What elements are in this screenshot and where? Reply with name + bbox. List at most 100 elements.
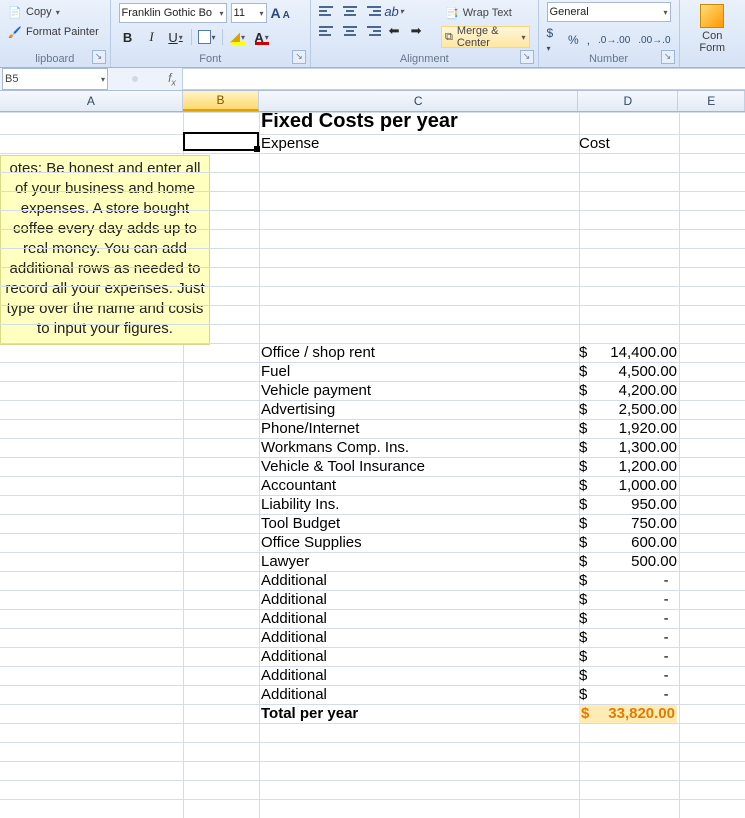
- expense-cost[interactable]: $ -: [579, 647, 677, 666]
- number-format-combo[interactable]: General ▾: [547, 2, 671, 22]
- comma-format-button[interactable]: ,: [587, 33, 590, 47]
- chevron-down-icon: ▾: [101, 75, 105, 84]
- expense-cost[interactable]: $ -: [579, 571, 677, 590]
- borders-button[interactable]: [198, 28, 216, 46]
- col-header-C[interactable]: C: [259, 91, 578, 111]
- expense-cost[interactable]: $ -: [579, 590, 677, 609]
- decrease-indent-button[interactable]: ⬅: [385, 22, 403, 40]
- name-box[interactable]: B5 ▾: [2, 68, 108, 90]
- expense-name[interactable]: Office Supplies: [261, 533, 579, 552]
- sheet-title[interactable]: Fixed Costs per year: [261, 112, 579, 131]
- expense-cost[interactable]: $ -: [579, 685, 677, 704]
- expense-name[interactable]: Advertising: [261, 400, 579, 419]
- total-value[interactable]: $33,820.00: [579, 704, 677, 723]
- increase-indent-button[interactable]: ➡: [407, 22, 425, 40]
- orientation-button[interactable]: ab: [385, 2, 403, 20]
- expense-cost[interactable]: $4,200.00: [579, 381, 677, 400]
- align-right-button[interactable]: [363, 22, 381, 40]
- expense-name[interactable]: Phone/Internet: [261, 419, 579, 438]
- italic-button[interactable]: I: [143, 28, 161, 46]
- col-header-D[interactable]: D: [578, 91, 678, 111]
- grow-font-icon[interactable]: A: [271, 5, 281, 21]
- expense-name[interactable]: Fuel: [261, 362, 579, 381]
- alignment-dialog-launcher[interactable]: ↘: [520, 50, 534, 64]
- expense-cost[interactable]: $500.00: [579, 552, 677, 571]
- expense-cost[interactable]: $14,400.00: [579, 343, 677, 362]
- conditional-formatting-icon: [700, 4, 724, 28]
- grow-shrink-font[interactable]: A A: [271, 5, 290, 21]
- conditional-formatting-button[interactable]: Con Form: [688, 2, 737, 54]
- fill-handle[interactable]: [254, 146, 260, 152]
- expense-name[interactable]: Additional: [261, 647, 579, 666]
- expense-name[interactable]: Vehicle & Tool Insurance: [261, 457, 579, 476]
- expense-cost[interactable]: $ -: [579, 628, 677, 647]
- format-painter-button[interactable]: 🖌️ Format Painter: [8, 22, 102, 42]
- expense-name[interactable]: Office / shop rent: [261, 343, 579, 362]
- merge-center-button[interactable]: ⧉ Merge & Center ▾: [441, 26, 529, 48]
- expense-name[interactable]: Additional: [261, 628, 579, 647]
- shrink-font-icon[interactable]: A: [283, 10, 290, 21]
- expense-cost[interactable]: $600.00: [579, 533, 677, 552]
- font-name-combo[interactable]: Franklin Gothic Bo ▾: [119, 3, 227, 23]
- bold-button[interactable]: B: [119, 28, 137, 46]
- ribbon: 📄 Copy ▾ 🖌️ Format Painter lipboard ↘ Fr…: [0, 0, 745, 68]
- percent-format-button[interactable]: %: [568, 33, 579, 47]
- expense-cost[interactable]: $1,200.00: [579, 457, 677, 476]
- expense-cost[interactable]: $ -: [579, 609, 677, 628]
- total-label[interactable]: Total per year: [261, 704, 579, 723]
- wrap-text-button[interactable]: 📑 Wrap Text: [441, 2, 529, 24]
- expense-cost[interactable]: $4,500.00: [579, 362, 677, 381]
- header-expense[interactable]: Expense: [261, 134, 579, 153]
- expense-cost[interactable]: $750.00: [579, 514, 677, 533]
- formula-input[interactable]: [182, 68, 745, 90]
- active-cell[interactable]: [183, 132, 259, 151]
- align-top-button[interactable]: [319, 2, 337, 20]
- expense-name[interactable]: Additional: [261, 590, 579, 609]
- col-header-B[interactable]: B: [183, 91, 259, 111]
- copy-button[interactable]: 📄 Copy ▾: [8, 2, 102, 22]
- expense-name[interactable]: Accountant: [261, 476, 579, 495]
- align-left-button[interactable]: [319, 22, 337, 40]
- expense-name[interactable]: Workmans Comp. Ins.: [261, 438, 579, 457]
- number-dialog-launcher[interactable]: ↘: [661, 50, 675, 64]
- notes-cell[interactable]: otes: Be honest and enter all of your bu…: [0, 155, 210, 345]
- cells-area[interactable]: Fixed Costs per year Expense Cost otes: …: [0, 112, 745, 818]
- align-bottom-button[interactable]: [363, 2, 381, 20]
- formula-bar-row: B5 ▾ fx: [0, 68, 745, 91]
- ribbon-group-font: Franklin Gothic Bo ▾ 11 ▾ A A B I U: [111, 0, 312, 67]
- clipboard-dialog-launcher[interactable]: ↘: [92, 50, 106, 64]
- expense-name[interactable]: Additional: [261, 666, 579, 685]
- col-header-A[interactable]: A: [0, 91, 183, 111]
- expense-name[interactable]: Liability Ins.: [261, 495, 579, 514]
- align-middle-button[interactable]: [341, 2, 359, 20]
- expense-name[interactable]: Additional: [261, 685, 579, 704]
- expense-name[interactable]: Additional: [261, 609, 579, 628]
- name-box-resizer[interactable]: [108, 76, 162, 82]
- expense-cost[interactable]: $2,500.00: [579, 400, 677, 419]
- grid[interactable]: A B C D E Fixed Costs per year Expense C…: [0, 91, 745, 818]
- underline-button[interactable]: U: [167, 28, 185, 46]
- align-center-button[interactable]: [341, 22, 359, 40]
- expense-name[interactable]: Tool Budget: [261, 514, 579, 533]
- expense-cost[interactable]: $1,300.00: [579, 438, 677, 457]
- chevron-down-icon: ▾: [664, 8, 668, 17]
- fill-color-button[interactable]: ◢: [229, 28, 247, 46]
- group-label-number: Number: [539, 53, 679, 65]
- expense-cost[interactable]: $950.00: [579, 495, 677, 514]
- expense-name[interactable]: Additional: [261, 571, 579, 590]
- expense-cost[interactable]: $ -: [579, 666, 677, 685]
- fx-icon[interactable]: fx: [162, 71, 182, 87]
- header-cost[interactable]: Cost: [579, 134, 677, 153]
- increase-decimal-button[interactable]: .0→.00: [598, 35, 630, 46]
- accounting-format-button[interactable]: $ ▾: [547, 26, 560, 54]
- expense-cost[interactable]: $1,920.00: [579, 419, 677, 438]
- font-dialog-launcher[interactable]: ↘: [292, 50, 306, 64]
- expense-name[interactable]: Vehicle payment: [261, 381, 579, 400]
- expense-name[interactable]: Lawyer: [261, 552, 579, 571]
- expense-cost[interactable]: $1,000.00: [579, 476, 677, 495]
- chevron-down-icon: ▾: [522, 33, 526, 42]
- font-size-combo[interactable]: 11 ▾: [231, 3, 267, 23]
- col-header-E[interactable]: E: [678, 91, 745, 111]
- decrease-decimal-button[interactable]: .00→.0: [638, 35, 670, 46]
- font-color-button[interactable]: A: [253, 28, 271, 46]
